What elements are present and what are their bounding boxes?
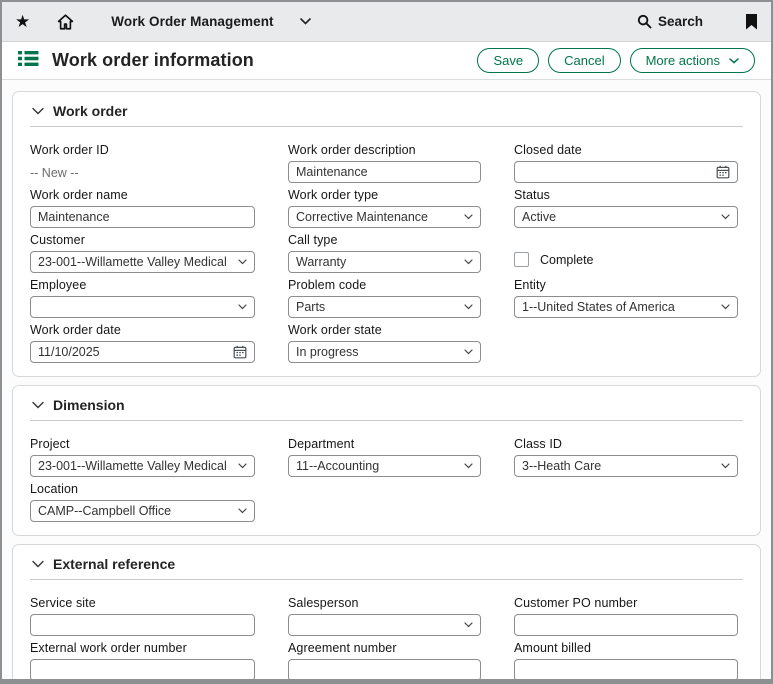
bookmark-icon[interactable] <box>745 14 758 30</box>
agreement-number-input[interactable] <box>288 659 481 679</box>
class-id-select[interactable]: 3--Heath Care <box>514 455 738 477</box>
section-work-order-toggle[interactable]: Work order <box>30 101 743 119</box>
field-work-order-state: Work order state In progress <box>288 323 481 363</box>
chevron-down-icon <box>32 107 44 115</box>
section-divider <box>30 579 743 580</box>
search-button[interactable]: Search <box>637 14 703 29</box>
external-work-order-number-input[interactable] <box>30 659 255 679</box>
work-order-description-input[interactable] <box>288 161 481 183</box>
chevron-down-icon <box>721 214 730 220</box>
search-label: Search <box>658 14 703 29</box>
app-menu-dropdown[interactable]: Work Order Management <box>111 14 310 29</box>
complete-checkbox[interactable] <box>514 252 529 267</box>
field-entity: Entity 1--United States of America <box>514 278 738 318</box>
list-menu-icon[interactable] <box>18 50 39 72</box>
more-actions-button[interactable]: More actions <box>630 48 755 73</box>
section-external-reference-toggle[interactable]: External reference <box>30 554 743 572</box>
customer-select[interactable]: 23-001--Willamette Valley Medical <box>30 251 255 273</box>
section-work-order: Work order Work order ID -- New -- Work … <box>12 91 761 377</box>
field-work-order-type: Work order type Corrective Maintenance <box>288 188 481 228</box>
employee-select[interactable] <box>30 296 255 318</box>
field-call-type: Call type Warranty <box>288 233 481 273</box>
field-location: Location CAMP--Campbell Office <box>30 482 255 522</box>
search-icon <box>637 14 652 29</box>
chevron-down-icon <box>238 259 247 265</box>
app-window: ★ Work Order Management Search <box>0 0 773 684</box>
chevron-down-icon <box>32 401 44 409</box>
section-divider <box>30 126 743 127</box>
chevron-down-icon <box>300 18 311 25</box>
field-department: Department 11--Accounting <box>288 437 481 477</box>
field-project: Project 23-001--Willamette Valley Medica… <box>30 437 255 477</box>
field-salesperson: Salesperson <box>288 596 481 636</box>
field-work-order-description: Work order description <box>288 143 481 183</box>
field-closed-date: Closed date <box>514 143 738 183</box>
calendar-icon[interactable] <box>716 165 730 179</box>
field-complete: Complete <box>514 252 738 267</box>
page-header: Work order information Save Cancel More … <box>2 42 771 80</box>
chevron-down-icon <box>32 560 44 568</box>
work-order-state-select[interactable]: In progress <box>288 341 481 363</box>
chevron-down-icon <box>238 463 247 469</box>
chevron-down-icon <box>464 463 473 469</box>
field-class-id: Class ID 3--Heath Care <box>514 437 738 477</box>
section-title: Dimension <box>53 397 125 413</box>
save-button[interactable]: Save <box>477 48 539 73</box>
field-external-work-order-number: External work order number <box>30 641 255 679</box>
field-work-order-date: Work order date <box>30 323 255 363</box>
field-problem-code: Problem code Parts <box>288 278 481 318</box>
section-external-reference: External reference Service site Salesper… <box>12 544 761 679</box>
complete-label: Complete <box>540 253 594 267</box>
field-employee: Employee <box>30 278 255 318</box>
problem-code-select[interactable]: Parts <box>288 296 481 318</box>
top-navigation-bar: ★ Work Order Management Search <box>2 2 771 42</box>
closed-date-input[interactable] <box>514 161 738 183</box>
chevron-down-icon <box>464 304 473 310</box>
call-type-select[interactable]: Warranty <box>288 251 481 273</box>
chevron-down-icon <box>464 259 473 265</box>
field-customer: Customer 23-001--Willamette Valley Medic… <box>30 233 255 273</box>
favorites-star-icon[interactable]: ★ <box>15 13 30 30</box>
field-work-order-id: Work order ID -- New -- <box>30 143 255 180</box>
work-order-date-input[interactable] <box>30 341 255 363</box>
section-dimension-toggle[interactable]: Dimension <box>30 395 743 413</box>
chevron-down-icon <box>464 349 473 355</box>
department-select[interactable]: 11--Accounting <box>288 455 481 477</box>
chevron-down-icon <box>464 214 473 220</box>
location-select[interactable]: CAMP--Campbell Office <box>30 500 255 522</box>
chevron-down-icon <box>238 508 247 514</box>
chevron-down-icon <box>238 304 247 310</box>
section-dimension: Dimension Project 23-001--Willamette Val… <box>12 385 761 536</box>
field-work-order-name: Work order name <box>30 188 255 228</box>
home-icon[interactable] <box>56 13 75 31</box>
app-menu-label: Work Order Management <box>111 14 273 29</box>
work-order-type-select[interactable]: Corrective Maintenance <box>288 206 481 228</box>
project-select[interactable]: 23-001--Willamette Valley Medical <box>30 455 255 477</box>
cancel-button[interactable]: Cancel <box>548 48 620 73</box>
salesperson-select[interactable] <box>288 614 481 636</box>
chevron-down-icon <box>721 304 730 310</box>
section-title: Work order <box>53 103 127 119</box>
chevron-down-icon <box>721 463 730 469</box>
section-title: External reference <box>53 556 175 572</box>
section-divider <box>30 420 743 421</box>
work-order-id-value: -- New -- <box>30 166 255 180</box>
amount-billed-input[interactable] <box>514 659 738 679</box>
field-amount-billed: Amount billed <box>514 641 738 679</box>
service-site-input[interactable] <box>30 614 255 636</box>
chevron-down-icon <box>464 622 473 628</box>
field-service-site: Service site <box>30 596 255 636</box>
chevron-down-icon <box>729 58 739 64</box>
page-title: Work order information <box>52 50 254 71</box>
status-select[interactable]: Active <box>514 206 738 228</box>
field-customer-po-number: Customer PO number <box>514 596 738 636</box>
customer-po-number-input[interactable] <box>514 614 738 636</box>
field-status: Status Active <box>514 188 738 228</box>
field-agreement-number: Agreement number <box>288 641 481 679</box>
calendar-icon[interactable] <box>233 345 247 359</box>
form-content: Work order Work order ID -- New -- Work … <box>2 80 771 679</box>
entity-select[interactable]: 1--United States of America <box>514 296 738 318</box>
work-order-name-input[interactable] <box>30 206 255 228</box>
